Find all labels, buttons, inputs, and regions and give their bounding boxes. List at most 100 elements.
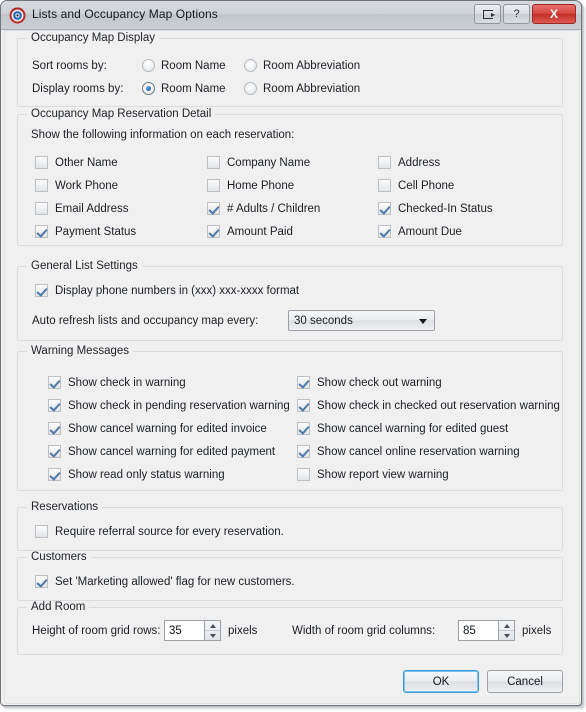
checkbox-work-phone[interactable]: Work Phone bbox=[35, 179, 118, 192]
checkbox-label: Email Address bbox=[55, 202, 129, 215]
dialog-content: Occupancy Map Display Sort rooms by: Roo… bbox=[5, 31, 579, 661]
label-sort-rooms-by: Sort rooms by: bbox=[32, 60, 107, 72]
checkbox-show-check-out-warning[interactable]: Show check out warning bbox=[297, 376, 442, 389]
checkbox-home-phone[interactable]: Home Phone bbox=[207, 179, 294, 192]
label-room-grid-column-width-unit: pixels bbox=[522, 625, 552, 637]
checkbox-address[interactable]: Address bbox=[378, 156, 440, 169]
checkbox-label: Amount Due bbox=[398, 225, 462, 238]
spinner-down-icon[interactable] bbox=[499, 631, 514, 640]
checkbox-label: Amount Paid bbox=[227, 225, 293, 238]
checkbox-show-cancel-edited-guest-warning[interactable]: Show cancel warning for edited guest bbox=[297, 422, 508, 435]
group-legend-reservations: Reservations bbox=[27, 501, 103, 513]
label-auto-refresh: Auto refresh lists and occupancy map eve… bbox=[32, 315, 259, 327]
checkbox-indicator bbox=[297, 399, 310, 412]
checkbox-indicator bbox=[35, 156, 48, 169]
label-room-grid-column-width: Width of room grid columns: bbox=[292, 625, 436, 637]
checkbox-indicator bbox=[207, 179, 220, 192]
checkbox-show-check-in-pending-warning[interactable]: Show check in pending reservation warnin… bbox=[48, 399, 290, 412]
checkbox-amount-paid[interactable]: Amount Paid bbox=[207, 225, 293, 238]
label-room-grid-row-height-unit: pixels bbox=[228, 625, 258, 637]
group-legend-occupancy-map-display: Occupancy Map Display bbox=[27, 32, 159, 44]
restore-export-icon[interactable] bbox=[474, 4, 501, 24]
checkbox-label: Show cancel online reservation warning bbox=[317, 445, 520, 458]
checkbox-require-referral-source[interactable]: Require referral source for every reserv… bbox=[35, 525, 284, 538]
checkbox-indicator bbox=[378, 179, 391, 192]
checkbox-label: Set 'Marketing allowed' flag for new cus… bbox=[55, 575, 295, 588]
spinner-up-icon[interactable] bbox=[499, 621, 514, 631]
close-button[interactable]: X bbox=[532, 4, 576, 24]
checkbox-email-address[interactable]: Email Address bbox=[35, 202, 129, 215]
window-controls: ? X bbox=[474, 4, 576, 24]
dropdown-auto-refresh-interval[interactable]: 30 seconds bbox=[288, 310, 435, 331]
checkbox-label: Show report view warning bbox=[317, 468, 449, 481]
spinner-value[interactable]: 85 bbox=[458, 620, 498, 641]
checkbox-show-read-only-status-warning[interactable]: Show read only status warning bbox=[48, 468, 225, 481]
checkbox-label: Show read only status warning bbox=[68, 468, 225, 481]
radio-label: Room Name bbox=[161, 82, 226, 95]
radio-display-room-abbreviation[interactable]: Room Abbreviation bbox=[244, 82, 360, 95]
checkbox-label: Show check in pending reservation warnin… bbox=[68, 399, 290, 412]
checkbox-indicator bbox=[48, 376, 61, 389]
checkbox-show-cancel-online-reservation-warning[interactable]: Show cancel online reservation warning bbox=[297, 445, 520, 458]
checkbox-indicator bbox=[378, 202, 391, 215]
checkbox-show-cancel-edited-payment-warning[interactable]: Show cancel warning for edited payment bbox=[48, 445, 275, 458]
checkbox-checked-in-status[interactable]: Checked-In Status bbox=[378, 202, 493, 215]
checkbox-other-name[interactable]: Other Name bbox=[35, 156, 118, 169]
checkbox-show-cancel-edited-invoice-warning[interactable]: Show cancel warning for edited invoice bbox=[48, 422, 267, 435]
radio-indicator bbox=[244, 59, 257, 72]
checkbox-label: Show check in checked out reservation wa… bbox=[317, 399, 560, 412]
checkbox-label: Address bbox=[398, 156, 441, 169]
checkbox-indicator bbox=[35, 225, 48, 238]
spinner-down-icon[interactable] bbox=[205, 631, 220, 640]
spinner-buttons[interactable] bbox=[204, 620, 221, 641]
checkbox-indicator bbox=[297, 468, 310, 481]
checkbox-cell-phone[interactable]: Cell Phone bbox=[378, 179, 454, 192]
checkbox-payment-status[interactable]: Payment Status bbox=[35, 225, 136, 238]
checkbox-label: Show cancel warning for edited invoice bbox=[68, 422, 267, 435]
spinner-buttons[interactable] bbox=[498, 620, 515, 641]
checkbox-indicator bbox=[35, 575, 48, 588]
radio-sort-room-name[interactable]: Room Name bbox=[142, 59, 226, 72]
spinner-up-icon[interactable] bbox=[205, 621, 220, 631]
checkbox-label: Checked-In Status bbox=[398, 202, 493, 215]
label-display-rooms-by: Display rooms by: bbox=[32, 83, 124, 95]
checkbox-indicator bbox=[378, 156, 391, 169]
checkbox-show-check-in-warning[interactable]: Show check in warning bbox=[48, 376, 186, 389]
checkbox-label: Work Phone bbox=[55, 179, 119, 192]
checkbox-label: # Adults / Children bbox=[227, 202, 321, 215]
checkbox-indicator bbox=[207, 202, 220, 215]
radio-label: Room Name bbox=[161, 59, 226, 72]
checkbox-indicator bbox=[35, 202, 48, 215]
options-dialog-window: Lists and Occupancy Map Options ? X Occu… bbox=[0, 0, 582, 706]
cancel-button[interactable]: Cancel bbox=[487, 670, 563, 693]
checkbox-marketing-allowed-flag[interactable]: Set 'Marketing allowed' flag for new cus… bbox=[35, 575, 295, 588]
spinner-room-grid-row-height[interactable]: 35 bbox=[164, 620, 221, 641]
group-customers: Customers Set 'Marketing allowed' flag f… bbox=[17, 551, 563, 601]
radio-indicator bbox=[142, 59, 155, 72]
checkbox-phone-format[interactable]: Display phone numbers in (xxx) xxx-xxxx … bbox=[35, 284, 299, 297]
spinner-room-grid-column-width[interactable]: 85 bbox=[458, 620, 515, 641]
checkbox-indicator bbox=[48, 422, 61, 435]
spinner-value[interactable]: 35 bbox=[164, 620, 204, 641]
chevron-down-icon bbox=[419, 319, 427, 324]
group-general-list-settings: General List Settings Display phone numb… bbox=[17, 260, 563, 341]
group-legend-reservation-detail: Occupancy Map Reservation Detail bbox=[27, 108, 216, 120]
checkbox-indicator bbox=[297, 376, 310, 389]
checkbox-show-report-view-warning[interactable]: Show report view warning bbox=[297, 468, 449, 481]
radio-label: Room Abbreviation bbox=[263, 59, 361, 72]
checkbox-company-name[interactable]: Company Name bbox=[207, 156, 310, 169]
radio-sort-room-abbreviation[interactable]: Room Abbreviation bbox=[244, 59, 360, 72]
radio-display-room-name[interactable]: Room Name bbox=[142, 82, 226, 95]
group-add-room: Add Room Height of room grid rows: 35 pi… bbox=[17, 601, 563, 655]
ok-button[interactable]: OK bbox=[403, 670, 479, 693]
group-legend-customers: Customers bbox=[27, 551, 91, 563]
checkbox-adults-children[interactable]: # Adults / Children bbox=[207, 202, 320, 215]
checkbox-amount-due[interactable]: Amount Due bbox=[378, 225, 462, 238]
group-legend-general-list-settings: General List Settings bbox=[27, 260, 142, 272]
checkbox-indicator bbox=[48, 445, 61, 458]
checkbox-indicator bbox=[378, 225, 391, 238]
checkbox-show-check-in-checked-out-warning[interactable]: Show check in checked out reservation wa… bbox=[297, 399, 560, 412]
group-reservation-detail: Occupancy Map Reservation Detail Show th… bbox=[17, 108, 563, 246]
checkbox-indicator bbox=[207, 225, 220, 238]
help-button[interactable]: ? bbox=[503, 4, 530, 24]
